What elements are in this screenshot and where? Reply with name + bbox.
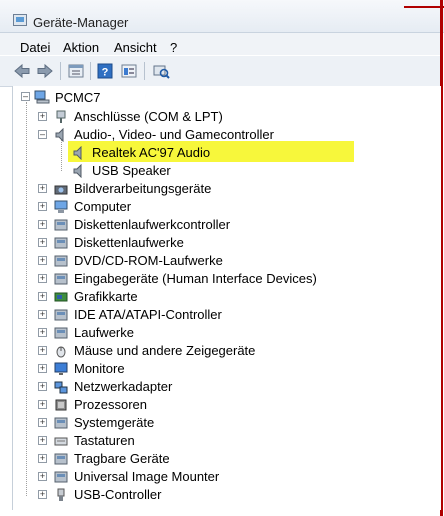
tree-category-label[interactable]: Bildverarbeitungsgeräte [74,181,211,196]
expand-toggle[interactable]: + [38,292,47,301]
tree-guide-line [26,102,27,496]
tree-category-label[interactable]: Eingabegeräte (Human Interface Devices) [74,271,317,286]
menu-ansicht[interactable]: Ansicht [114,40,157,55]
menu-help[interactable]: ? [170,40,177,55]
expand-toggle[interactable]: + [38,346,47,355]
toolbar-separator [90,62,91,80]
floppy-controller-icon [54,218,68,232]
device-manager-icon [13,14,27,26]
toolbar-separator [60,62,61,80]
expand-toggle[interactable]: + [38,418,47,427]
expand-toggle[interactable]: + [38,238,47,247]
camera-icon [54,182,68,196]
expand-toggle[interactable]: + [38,364,47,373]
tree-guide-line [61,137,62,171]
tree-category-label[interactable]: IDE ATA/ATAPI-Controller [74,307,222,322]
computer-icon [34,90,50,104]
tree-category-label[interactable]: Audio-, Video- und Gamecontroller [74,127,274,142]
expand-toggle[interactable]: + [38,328,47,337]
expand-toggle[interactable]: + [38,220,47,229]
view-icon[interactable] [120,62,138,80]
expand-toggle[interactable]: + [38,112,47,121]
tree-category-label[interactable]: Netzwerkadapter [74,379,172,394]
tree-category-label[interactable]: Tragbare Geräte [74,451,170,466]
expand-toggle[interactable]: + [38,382,47,391]
expand-toggle[interactable]: + [38,400,47,409]
tree-category-label[interactable]: Grafikkarte [74,289,138,304]
tree-category-label[interactable]: Universal Image Mounter [74,469,219,484]
dvd-icon [54,254,68,268]
tree-category-label[interactable]: Monitore [74,361,125,376]
display-adapter-icon [54,290,68,304]
toolbar-separator [144,62,145,80]
tree-root-label[interactable]: PCMC7 [55,90,101,105]
properties-icon[interactable] [67,62,85,80]
port-icon [54,110,68,124]
drive-icon [54,326,68,340]
image-mounter-icon [54,470,68,484]
menu-aktion[interactable]: Aktion [63,40,99,55]
monitor-icon [54,362,68,376]
usb-icon [54,488,68,502]
expand-toggle[interactable]: + [38,490,47,499]
forward-icon[interactable] [36,62,54,80]
tree-category-label[interactable]: Diskettenlaufwerke [74,235,184,250]
ide-icon [54,308,68,322]
expand-toggle[interactable]: + [38,184,47,193]
root-collapse-toggle[interactable]: – [21,92,30,101]
tree-device-label[interactable]: Realtek AC'97 Audio [92,145,210,160]
scan-hardware-icon[interactable] [152,62,170,80]
network-icon [54,380,68,394]
title-bar: Geräte-Manager [0,0,444,33]
tree-device-label[interactable]: USB Speaker [92,163,171,178]
tree-category-label[interactable]: Computer [74,199,131,214]
expand-toggle[interactable]: + [38,436,47,445]
expand-toggle[interactable]: + [38,256,47,265]
tree-category-label[interactable]: Systemgeräte [74,415,154,430]
tree-category-label[interactable]: Anschlüsse (COM & LPT) [74,109,223,124]
expand-toggle[interactable]: + [38,310,47,319]
mouse-icon [54,344,68,358]
speaker-icon [54,127,68,143]
tree-category-label[interactable]: DVD/CD-ROM-Laufwerke [74,253,223,268]
speaker-icon [72,163,86,179]
toolbar [0,56,440,87]
tree-category-label[interactable]: Prozessoren [74,397,147,412]
red-annotation-line [404,6,444,8]
keyboard-icon [54,434,68,448]
window-title: Geräte-Manager [33,15,129,30]
expand-toggle[interactable]: + [38,202,47,211]
menu-datei[interactable]: Datei [20,40,50,55]
expand-toggle[interactable]: + [38,274,47,283]
svg-text:?: ? [102,67,109,79]
help-icon[interactable]: ? [96,62,114,80]
expand-toggle[interactable]: + [38,472,47,481]
tree-category-label[interactable]: USB-Controller [74,487,161,502]
processor-icon [54,398,68,412]
floppy-icon [54,236,68,250]
back-icon[interactable] [13,62,31,80]
system-icon [54,416,68,430]
expand-toggle[interactable]: – [38,130,47,139]
computer-icon [54,200,68,214]
hid-icon [54,272,68,286]
portable-icon [54,452,68,466]
speaker-icon [72,145,86,161]
tree-category-label[interactable]: Laufwerke [74,325,134,340]
tree-category-label[interactable]: Mäuse und andere Zeigegeräte [74,343,255,358]
tree-category-label[interactable]: Diskettenlaufwerkcontroller [74,217,230,232]
expand-toggle[interactable]: + [38,454,47,463]
tree-category-label[interactable]: Tastaturen [74,433,135,448]
